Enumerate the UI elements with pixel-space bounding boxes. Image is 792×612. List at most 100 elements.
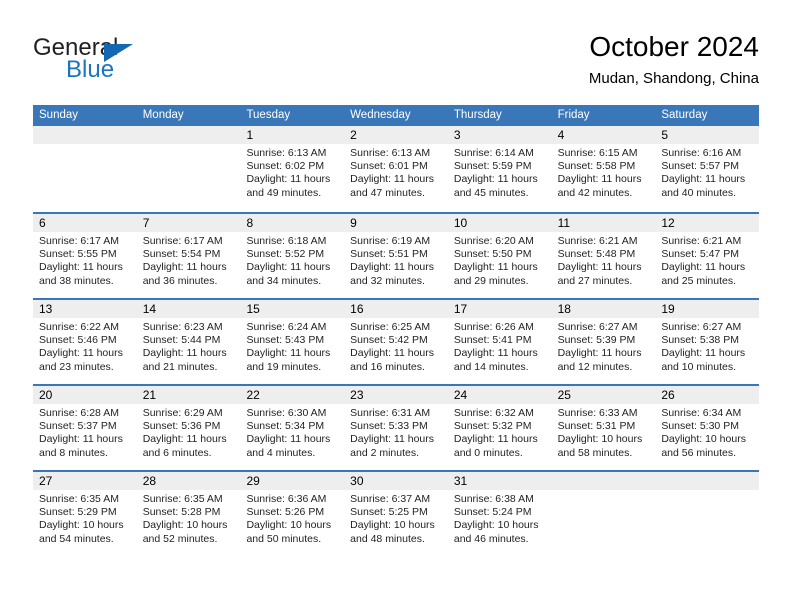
day-cell[interactable]: 19 Sunrise: 6:27 AM Sunset: 5:38 PM Dayligh… — [655, 300, 760, 384]
day-detail-daylight-line1: Daylight: 11 hours — [350, 173, 435, 186]
day-cell[interactable]: 6 Sunrise: 6:17 AM Sunset: 5:55 PM Daylight… — [33, 214, 137, 298]
day-cell[interactable]: 26 Sunrise: 6:34 AM Sunset: 5:30 PM Dayligh… — [655, 386, 760, 470]
day-number: 3 — [447, 126, 552, 144]
day-detail-sunrise: Sunrise: 6:15 AM — [557, 147, 638, 159]
day-details: Sunrise: 6:20 AM Sunset: 5:50 PM Daylight:… — [448, 232, 552, 288]
day-details: Sunrise: 6:17 AM Sunset: 5:55 PM Daylight:… — [33, 232, 137, 288]
day-details: Sunrise: 6:31 AM Sunset: 5:33 PM Daylight:… — [344, 404, 448, 460]
day-cell[interactable]: 31 Sunrise: 6:38 AM Sunset: 5:24 PM Dayligh… — [447, 472, 552, 556]
day-number — [33, 126, 137, 144]
day-cell[interactable]: 7 Sunrise: 6:17 AM Sunset: 5:54 PM Daylight… — [136, 214, 241, 298]
day-number: 28 — [136, 472, 241, 490]
day-cell[interactable]: 1 Sunrise: 6:13 AM Sunset: 6:02 PM Daylight… — [240, 126, 345, 212]
day-detail-sunset: Sunset: 5:41 PM — [453, 334, 532, 347]
day-cell[interactable]: 11 Sunrise: 6:21 AM Sunset: 5:48 PM Dayligh… — [551, 214, 656, 298]
day-detail-daylight-line1: Daylight: 10 hours — [246, 519, 332, 532]
day-cell[interactable]: 20 Sunrise: 6:28 AM Sunset: 5:37 PM Dayligh… — [33, 386, 137, 470]
day-detail-sunrise: Sunrise: 6:16 AM — [661, 147, 742, 159]
day-cell[interactable]: 18 Sunrise: 6:27 AM Sunset: 5:39 PM Dayligh… — [551, 300, 656, 384]
weekday-header-wednesday: Wednesday — [350, 109, 411, 121]
day-cell[interactable]: 21 Sunrise: 6:29 AM Sunset: 5:36 PM Dayligh… — [136, 386, 241, 470]
day-cell[interactable]: 17 Sunrise: 6:26 AM Sunset: 5:41 PM Dayligh… — [447, 300, 552, 384]
day-number: 31 — [447, 472, 552, 490]
day-cell[interactable]: 10 Sunrise: 6:20 AM Sunset: 5:50 PM Dayligh… — [447, 214, 552, 298]
day-cell[interactable]: 25 Sunrise: 6:33 AM Sunset: 5:31 PM Dayligh… — [551, 386, 656, 470]
day-detail-daylight-line2: and 19 minutes. — [246, 360, 322, 373]
day-detail-sunrise: Sunrise: 6:37 AM — [350, 493, 431, 505]
day-details: Sunrise: 6:32 AM Sunset: 5:32 PM Daylight:… — [448, 404, 552, 460]
week-row: 6 Sunrise: 6:17 AM Sunset: 5:55 PM Daylight… — [33, 212, 760, 298]
day-detail-sunrise: Sunrise: 6:32 AM — [453, 407, 534, 419]
day-detail-daylight-line2: and 0 minutes. — [453, 446, 523, 459]
day-detail-daylight-line2: and 40 minutes. — [661, 186, 737, 199]
day-cell[interactable]: 9 Sunrise: 6:19 AM Sunset: 5:51 PM Daylight… — [344, 214, 448, 298]
day-detail-daylight-line1: Daylight: 10 hours — [39, 519, 124, 532]
day-cell[interactable]: 23 Sunrise: 6:31 AM Sunset: 5:33 PM Dayligh… — [344, 386, 448, 470]
day-number: 29 — [240, 472, 345, 490]
day-detail-daylight-line2: and 48 minutes. — [350, 532, 425, 545]
day-cell[interactable]: 5 Sunrise: 6:16 AM Sunset: 5:57 PM Daylight… — [655, 126, 760, 212]
day-number: 23 — [344, 386, 448, 404]
day-cell-empty — [655, 472, 760, 556]
day-cell[interactable]: 2 Sunrise: 6:13 AM Sunset: 6:01 PM Daylight… — [344, 126, 448, 212]
day-cell[interactable]: 12 Sunrise: 6:21 AM Sunset: 5:47 PM Dayligh… — [655, 214, 760, 298]
day-details: Sunrise: 6:21 AM Sunset: 5:47 PM Daylight:… — [655, 232, 759, 288]
day-detail-sunrise: Sunrise: 6:27 AM — [661, 321, 742, 333]
day-detail-sunset: Sunset: 5:42 PM — [350, 334, 428, 347]
day-number: 20 — [33, 386, 137, 404]
day-detail-sunrise: Sunrise: 6:26 AM — [453, 321, 534, 333]
day-detail-daylight-line1: Daylight: 11 hours — [350, 261, 435, 274]
day-detail-sunrise: Sunrise: 6:17 AM — [39, 235, 119, 247]
day-cell[interactable]: 4 Sunrise: 6:15 AM Sunset: 5:58 PM Daylight… — [551, 126, 656, 212]
day-detail-sunrise: Sunrise: 6:31 AM — [350, 407, 431, 419]
day-details: Sunrise: 6:24 AM Sunset: 5:43 PM Daylight:… — [240, 318, 344, 374]
day-cell[interactable]: 27 Sunrise: 6:35 AM Sunset: 5:29 PM Dayligh… — [33, 472, 137, 556]
day-detail-sunrise: Sunrise: 6:22 AM — [39, 321, 119, 333]
day-cell[interactable]: 16 Sunrise: 6:25 AM Sunset: 5:42 PM Dayligh… — [344, 300, 448, 384]
day-detail-sunset: Sunset: 5:50 PM — [453, 248, 532, 261]
day-number: 13 — [33, 300, 137, 318]
day-details — [137, 144, 241, 147]
day-details: Sunrise: 6:35 AM Sunset: 5:29 PM Daylight:… — [33, 490, 137, 546]
title-block: October 2024 Mudan, Shandong, China — [589, 30, 759, 88]
day-cell[interactable]: 24 Sunrise: 6:32 AM Sunset: 5:32 PM Dayligh… — [447, 386, 552, 470]
day-details: Sunrise: 6:27 AM Sunset: 5:39 PM Daylight:… — [552, 318, 656, 374]
day-cell[interactable]: 13 Sunrise: 6:22 AM Sunset: 5:46 PM Dayligh… — [33, 300, 137, 384]
day-detail-sunset: Sunset: 5:46 PM — [39, 334, 117, 347]
day-detail-sunset: Sunset: 5:44 PM — [142, 334, 221, 347]
day-detail-daylight-line2: and 27 minutes. — [557, 274, 633, 287]
day-number: 5 — [655, 126, 760, 144]
day-detail-sunrise: Sunrise: 6:29 AM — [142, 407, 223, 419]
page-header: General Blue October 2024 Mudan, Shandon… — [33, 30, 759, 98]
day-detail-daylight-line2: and 8 minutes. — [39, 446, 108, 459]
day-detail-sunset: Sunset: 5:38 PM — [661, 334, 739, 347]
day-cell-empty — [136, 126, 241, 212]
day-detail-daylight-line1: Daylight: 10 hours — [350, 519, 435, 532]
day-detail-sunrise: Sunrise: 6:13 AM — [246, 147, 327, 159]
day-cell[interactable]: 30 Sunrise: 6:37 AM Sunset: 5:25 PM Dayligh… — [344, 472, 448, 556]
day-detail-daylight-line2: and 6 minutes. — [142, 446, 212, 459]
weekday-header-monday: Monday — [142, 109, 184, 121]
day-detail-daylight-line1: Daylight: 11 hours — [557, 347, 642, 360]
day-cell[interactable]: 3 Sunrise: 6:14 AM Sunset: 5:59 PM Daylight… — [447, 126, 552, 212]
day-detail-sunset: Sunset: 6:02 PM — [246, 160, 325, 173]
day-cell[interactable]: 15 Sunrise: 6:24 AM Sunset: 5:43 PM Dayligh… — [240, 300, 345, 384]
day-detail-daylight-line2: and 52 minutes. — [142, 532, 218, 545]
day-cell[interactable]: 8 Sunrise: 6:18 AM Sunset: 5:52 PM Daylight… — [240, 214, 345, 298]
day-cell[interactable]: 28 Sunrise: 6:35 AM Sunset: 5:28 PM Dayligh… — [136, 472, 241, 556]
day-detail-sunset: Sunset: 5:51 PM — [350, 248, 428, 261]
day-cell-empty — [551, 472, 656, 556]
day-cell[interactable]: 29 Sunrise: 6:36 AM Sunset: 5:26 PM Dayligh… — [240, 472, 345, 556]
day-detail-daylight-line1: Daylight: 11 hours — [661, 173, 746, 186]
day-details — [655, 490, 759, 493]
day-cell[interactable]: 14 Sunrise: 6:23 AM Sunset: 5:44 PM Dayligh… — [136, 300, 241, 384]
day-detail-sunset: Sunset: 5:31 PM — [557, 420, 636, 433]
day-number: 6 — [33, 214, 137, 232]
weekday-header-friday: Friday — [557, 109, 590, 121]
day-detail-sunrise: Sunrise: 6:33 AM — [557, 407, 638, 419]
day-detail-sunset: Sunset: 5:55 PM — [39, 248, 117, 261]
general-blue-logo[interactable]: General Blue — [33, 34, 233, 92]
day-detail-sunrise: Sunrise: 6:28 AM — [39, 407, 119, 419]
day-details: Sunrise: 6:18 AM Sunset: 5:52 PM Daylight:… — [240, 232, 344, 288]
day-cell[interactable]: 22 Sunrise: 6:30 AM Sunset: 5:34 PM Dayligh… — [240, 386, 345, 470]
